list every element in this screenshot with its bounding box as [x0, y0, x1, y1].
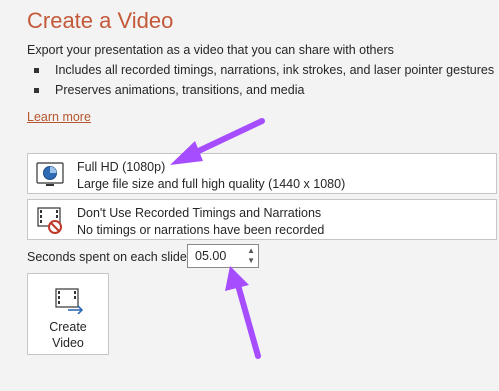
quality-title: Full HD (1080p) [77, 160, 166, 174]
create-video-button[interactable]: Create Video [27, 273, 109, 355]
monitor-quality-icon [36, 162, 64, 186]
bullet-item: Preserves animations, transitions, and m… [34, 83, 304, 97]
learn-more-link[interactable]: Learn more [27, 110, 91, 124]
timings-subtitle: No timings or narrations have been recor… [77, 223, 325, 237]
bullet-icon [34, 67, 39, 73]
bullet-text: Preserves animations, transitions, and m… [55, 83, 305, 97]
timings-dropdown[interactable]: Don't Use Recorded Timings and Narration… [27, 199, 497, 240]
seconds-label: Seconds spent on each slide: [27, 250, 191, 264]
arrow-to-seconds [225, 266, 261, 359]
quality-subtitle: Large file size and full high quality (1… [77, 177, 346, 191]
no-timings-icon [37, 207, 62, 234]
timings-title: Don't Use Recorded Timings and Narration… [77, 206, 322, 220]
seconds-spinner[interactable]: 05.00 ▲ ▼ [187, 244, 259, 268]
quality-dropdown[interactable]: Full HD (1080p) Large file size and full… [27, 153, 497, 194]
seconds-value[interactable]: 05.00 [195, 249, 226, 263]
bullet-icon [34, 87, 39, 93]
page-title: Create a Video [27, 8, 174, 33]
chevron-up-icon[interactable]: ▲ [247, 247, 255, 255]
chevron-down-icon[interactable]: ▼ [247, 257, 255, 265]
create-video-icon [55, 288, 84, 314]
bullet-item: Includes all recorded timings, narration… [34, 63, 494, 77]
description: Export your presentation as a video that… [27, 43, 394, 57]
bullet-text: Includes all recorded timings, narration… [55, 63, 495, 77]
create-video-label-line1: Create [49, 320, 87, 334]
create-video-label-line2: Video [52, 336, 84, 350]
